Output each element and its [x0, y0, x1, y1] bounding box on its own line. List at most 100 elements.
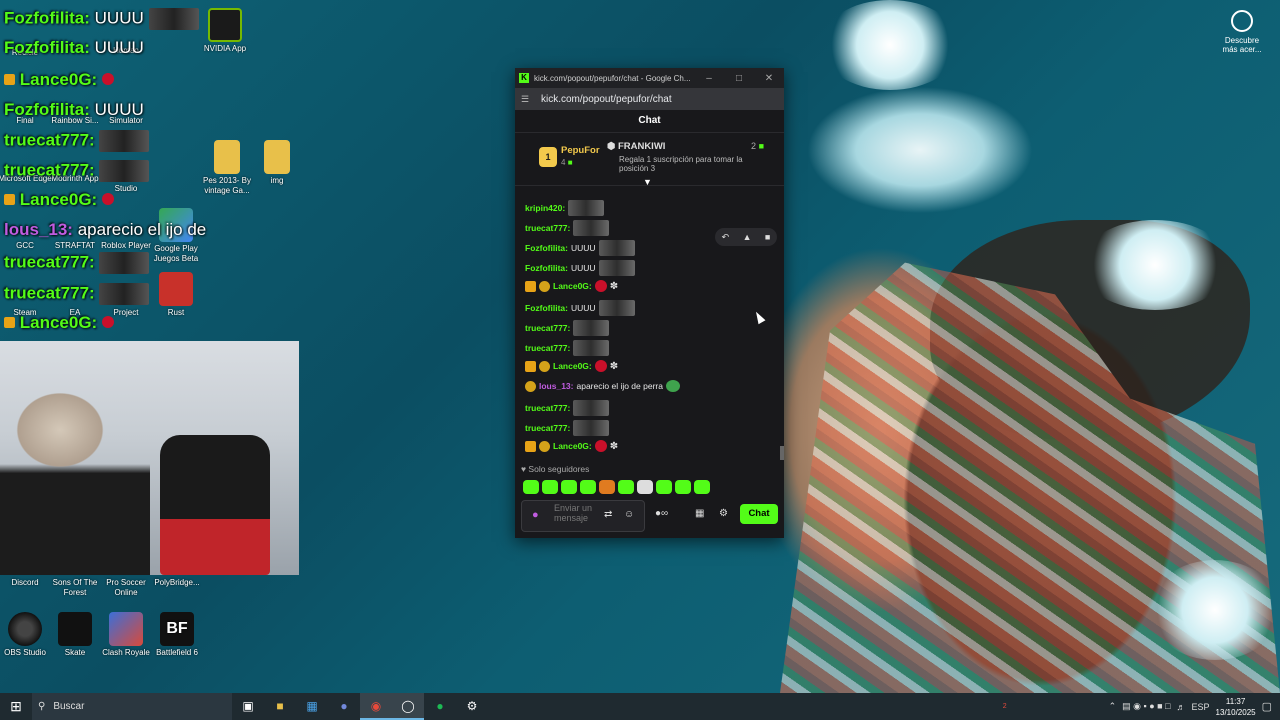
- chat-message[interactable]: truecat777:: [525, 220, 610, 236]
- chat-username[interactable]: Fozfofilita:: [525, 243, 568, 253]
- desktop-icon-label: Battlefield 6: [156, 648, 198, 657]
- chat-message[interactable]: Fozfofilita: UUUU: [525, 260, 635, 276]
- chat-message[interactable]: kripin420:: [525, 200, 605, 216]
- site-settings-icon[interactable]: ☰: [521, 94, 535, 105]
- points-icon[interactable]: ●∞: [655, 508, 668, 519]
- emote-icon: [598, 240, 635, 256]
- microphone-icon[interactable]: ●: [532, 509, 539, 521]
- chat-username[interactable]: Fozfofilita:: [525, 303, 568, 313]
- emote-icon[interactable]: [694, 480, 710, 494]
- descubre-widget[interactable]: Descubre más acer...: [1218, 10, 1266, 54]
- emote-icon: [573, 320, 610, 336]
- quick-emote-row[interactable]: [523, 480, 710, 494]
- chat-username[interactable]: truecat777:: [525, 403, 570, 413]
- chat-username[interactable]: kripin420:: [525, 203, 565, 213]
- chat-message[interactable]: Lance0G: ✽: [525, 360, 618, 372]
- emote-icon[interactable]: [618, 480, 634, 494]
- chat-scrollbar[interactable]: [780, 446, 784, 460]
- window-titlebar[interactable]: K kick.com/popout/pepufor/chat - Google …: [515, 68, 784, 88]
- emote-icon[interactable]: [580, 480, 596, 494]
- spotify-app-icon[interactable]: ●: [424, 693, 456, 720]
- settings-gear-icon[interactable]: ⚙: [719, 508, 728, 519]
- taskbar-search[interactable]: ⚲ Buscar: [32, 693, 232, 720]
- pin-icon[interactable]: ▲: [743, 232, 752, 242]
- collapse-icon[interactable]: ▼: [643, 177, 652, 187]
- overlay-message: truecat777:: [4, 130, 150, 152]
- delete-icon[interactable]: ■: [765, 232, 770, 242]
- taskbar[interactable]: ⊞ ⚲ Buscar ▣ ■ ▦ ● ◉ ◯ ● ⚙ 2 ⌃ ▤ ◉ ▪ ● ■…: [0, 693, 1280, 720]
- emote-icon: [101, 193, 114, 205]
- chat-username[interactable]: truecat777:: [525, 343, 570, 353]
- gift-cta-text: Regala 1 suscripción para tomar la posic…: [619, 155, 743, 173]
- notifications-icon[interactable]: ▢: [1262, 700, 1272, 713]
- maximize-button[interactable]: □: [724, 73, 754, 84]
- minimize-button[interactable]: –: [694, 73, 724, 84]
- emote-icon[interactable]: [561, 480, 577, 494]
- url-text: kick.com/popout/pepufor/chat: [541, 93, 672, 105]
- reply-icon[interactable]: ↶: [722, 232, 730, 243]
- desktop-icon-label: Clash Royale: [102, 648, 150, 657]
- emote-icon[interactable]: [675, 480, 691, 494]
- obs-app-icon[interactable]: ◯: [392, 693, 424, 720]
- settings-app-icon[interactable]: ⚙: [456, 693, 488, 720]
- overlay-message: lous_13: aparecio el ijo de: [4, 220, 206, 240]
- translate-icon[interactable]: ⇄: [604, 509, 612, 520]
- chevron-up-icon[interactable]: ⌃: [1109, 701, 1117, 712]
- emote-icon: [99, 252, 150, 274]
- tray-icons[interactable]: ▤ ◉ ▪ ● ■ □: [1122, 701, 1170, 712]
- emoji-icon[interactable]: ☺: [624, 509, 634, 520]
- chat-message[interactable]: Lance0G: ✽: [525, 280, 618, 292]
- desktop-icon-polybridge[interactable]: PolyBridge...: [147, 578, 207, 588]
- emote-icon[interactable]: [656, 480, 672, 494]
- emote-icon: [594, 280, 607, 292]
- desktop-icon-battlefield[interactable]: BF Battlefield 6: [147, 612, 207, 658]
- desktop-icon-label: Skate: [64, 648, 86, 657]
- emote-icon: [568, 200, 605, 216]
- clock[interactable]: 11:37 13/10/2025: [1216, 696, 1256, 718]
- chat-message[interactable]: truecat777:: [525, 320, 610, 336]
- language-indicator[interactable]: ESP: [1192, 702, 1210, 712]
- chrome-app-icon[interactable]: ◉: [360, 693, 392, 720]
- volume-icon[interactable]: ♬: [1177, 702, 1186, 712]
- send-chat-button[interactable]: Chat: [740, 504, 778, 524]
- chat-message[interactable]: Fozfofilita: UUUU: [525, 300, 635, 316]
- chat-username[interactable]: Lance0G:: [553, 361, 592, 371]
- task-view-icon[interactable]: ▣: [232, 693, 264, 720]
- webcam-chair: [160, 435, 270, 575]
- store-app-icon[interactable]: ▦: [296, 693, 328, 720]
- chat-username[interactable]: Fozfofilita:: [525, 263, 568, 273]
- chat-username[interactable]: Lance0G:: [553, 281, 592, 291]
- message-action-bar[interactable]: ↶ ▲ ■: [715, 228, 777, 246]
- windows-start-icon[interactable]: ⊞: [0, 698, 32, 715]
- store-icon[interactable]: ▦: [695, 508, 704, 519]
- emote-icon[interactable]: [599, 480, 615, 494]
- discord-app-icon[interactable]: ●: [328, 693, 360, 720]
- heart-icon: ♥: [521, 464, 527, 474]
- chat-message[interactable]: Fozfofilita: UUUU: [525, 240, 635, 256]
- chat-username[interactable]: lous_13:: [539, 381, 574, 391]
- emote-icon: [148, 8, 199, 30]
- chat-input[interactable]: ● Enviar un mensaje ⇄ ☺: [521, 500, 645, 532]
- chat-username[interactable]: truecat777:: [525, 423, 570, 433]
- emote-icon[interactable]: [523, 480, 539, 494]
- chat-message[interactable]: truecat777:: [525, 340, 610, 356]
- file-explorer-icon[interactable]: ■: [264, 693, 296, 720]
- chat-popout-window[interactable]: K kick.com/popout/pepufor/chat - Google …: [515, 68, 784, 538]
- emote-icon[interactable]: [542, 480, 558, 494]
- chat-username[interactable]: truecat777:: [525, 323, 570, 333]
- hex-badge-icon: ⬢: [607, 141, 616, 152]
- emote-icon: [101, 316, 114, 328]
- gift-count-value: 2: [751, 141, 757, 151]
- system-tray[interactable]: 2 ⌃ ▤ ◉ ▪ ● ■ □ ♬ ESP 11:37 13/10/2025 ▢: [1003, 693, 1280, 720]
- chat-message[interactable]: truecat777:: [525, 400, 610, 416]
- chat-username[interactable]: Lance0G:: [553, 441, 592, 451]
- chat-message[interactable]: truecat777:: [525, 420, 610, 436]
- close-button[interactable]: ✕: [754, 73, 784, 84]
- chat-message[interactable]: Lance0G: ✽: [525, 440, 618, 452]
- chat-text: aparecio el ijo de perra: [576, 381, 663, 391]
- gift-leaderboard[interactable]: 1 PepuFor 4 ■ ⬢ FRANKIWI 2 ■ Regala 1 su…: [515, 133, 784, 187]
- chat-message[interactable]: lous_13: aparecio el ijo de perra: [525, 380, 680, 392]
- chat-username[interactable]: truecat777:: [525, 223, 570, 233]
- emote-icon[interactable]: [637, 480, 653, 494]
- address-bar[interactable]: ☰ kick.com/popout/pepufor/chat: [515, 88, 784, 110]
